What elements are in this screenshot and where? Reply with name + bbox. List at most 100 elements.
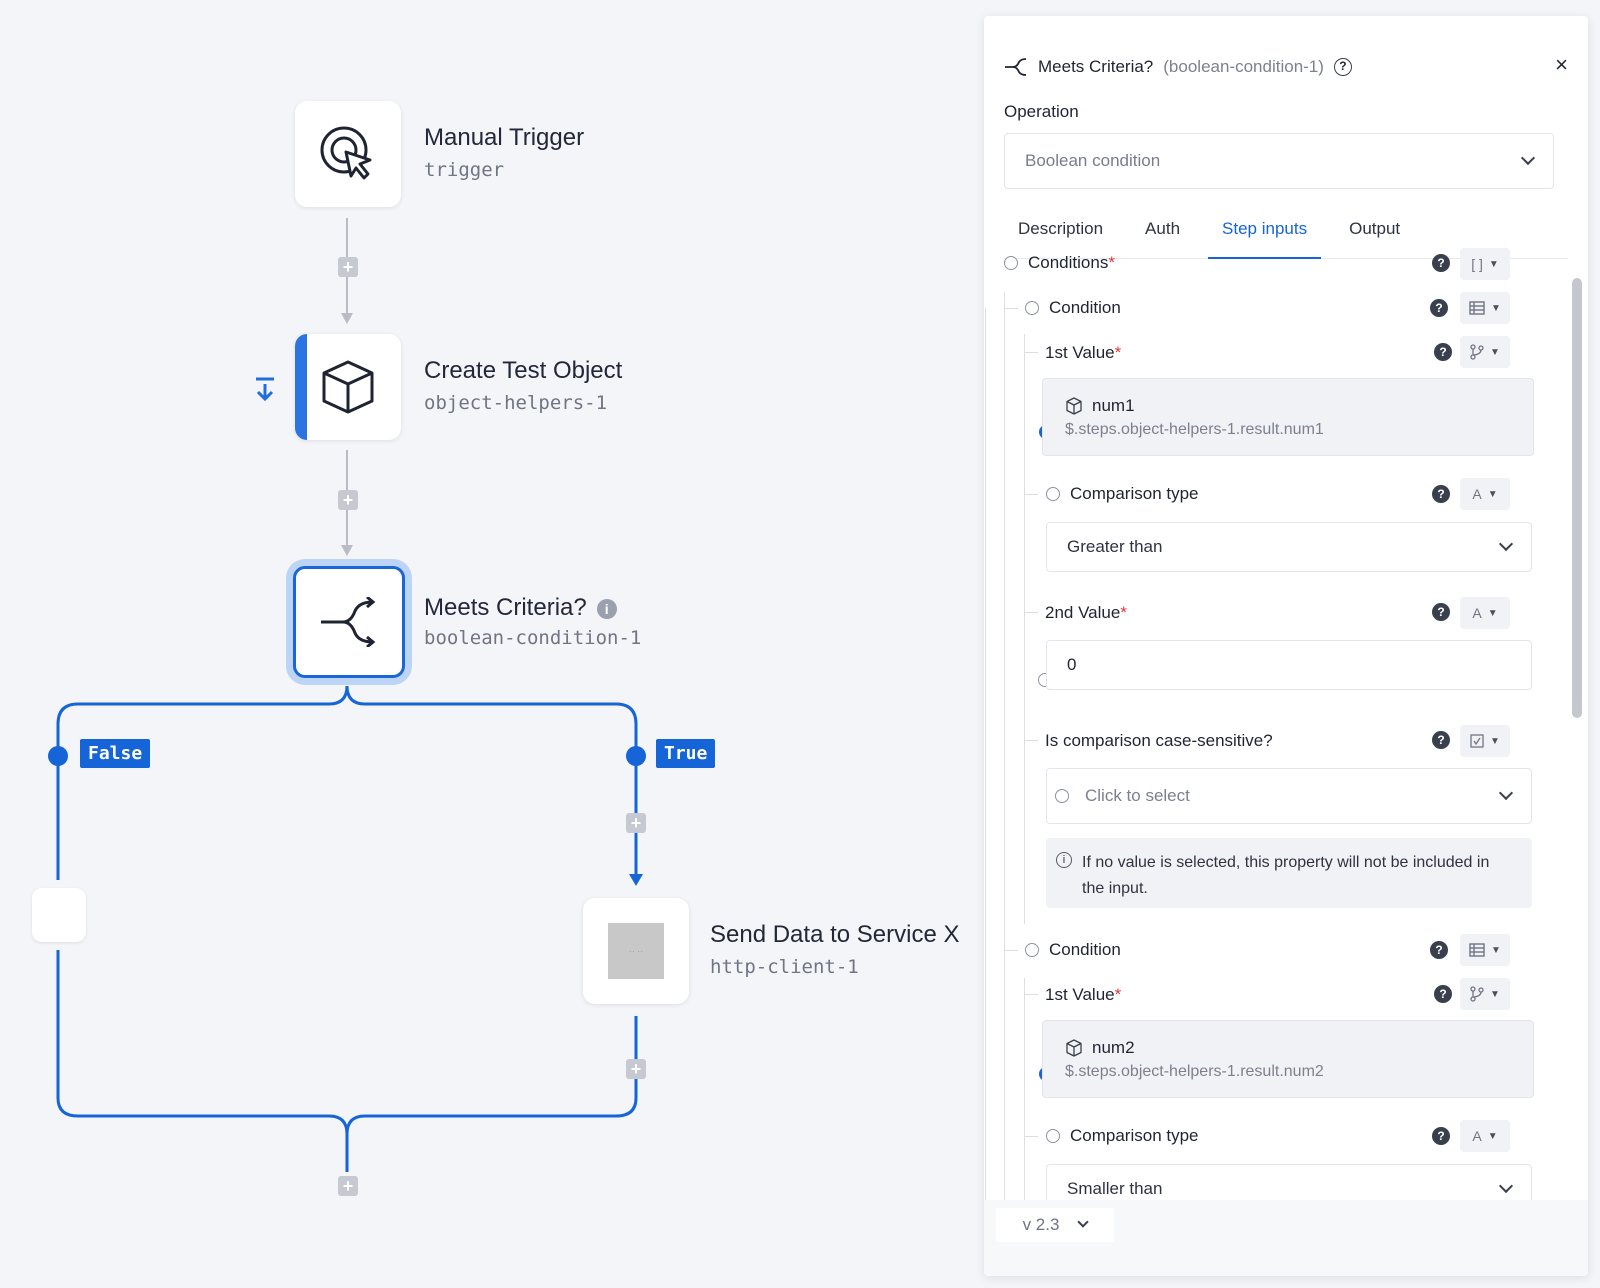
add-step-button[interactable]: + bbox=[338, 1176, 358, 1196]
reference-path: $.steps.object-helpers-1.result.num2 bbox=[1065, 1063, 1324, 1080]
tree-guide bbox=[1024, 352, 1038, 353]
meets-criteria-node[interactable] bbox=[293, 566, 405, 678]
second-value-input[interactable]: 0 bbox=[1046, 640, 1532, 690]
caret-down-icon: ▼ bbox=[1487, 607, 1498, 619]
first-value-field: 1st Value * bbox=[1045, 343, 1121, 363]
http-client-thumbnail: ·· ·· bbox=[608, 923, 664, 979]
field-label: 1st Value bbox=[1045, 985, 1115, 1004]
version-select[interactable]: v 2.3 bbox=[996, 1208, 1114, 1242]
table-icon bbox=[1469, 301, 1485, 315]
caret-down-icon: ▼ bbox=[1490, 346, 1500, 358]
help-icon[interactable]: ? bbox=[1432, 254, 1450, 272]
comparison-type-select[interactable]: Greater than bbox=[1046, 522, 1532, 572]
info-icon: i bbox=[1056, 852, 1072, 868]
scrollbar[interactable] bbox=[1572, 278, 1582, 718]
select-value: Greater than bbox=[1067, 537, 1163, 556]
info-text: If no value is selected, this property w… bbox=[1082, 854, 1490, 897]
panel-subtitle: (boolean-condition-1) bbox=[1163, 57, 1324, 76]
type-selector[interactable]: A ▼ bbox=[1460, 597, 1510, 629]
radio-indicator[interactable] bbox=[1025, 301, 1039, 315]
type-selector[interactable]: A ▼ bbox=[1460, 1120, 1510, 1152]
second-value-field: 2nd Value * bbox=[1045, 603, 1127, 623]
chevron-down-icon bbox=[1498, 536, 1514, 552]
node-title: Manual Trigger bbox=[424, 124, 585, 151]
tree-guide bbox=[1024, 612, 1038, 613]
help-icon[interactable]: ? bbox=[1430, 941, 1448, 959]
true-branch-label: True bbox=[656, 739, 716, 768]
input-value: 0 bbox=[1067, 655, 1077, 674]
node-id: http-client-1 bbox=[710, 956, 859, 978]
type-selector[interactable]: ▼ bbox=[1460, 292, 1510, 324]
tab-description[interactable]: Description bbox=[1004, 212, 1117, 259]
help-icon[interactable]: ? bbox=[1333, 58, 1352, 76]
required-mark: * bbox=[1114, 343, 1122, 362]
tree-guide bbox=[1024, 334, 1025, 924]
add-step-button[interactable]: + bbox=[338, 257, 358, 277]
chevron-down-icon bbox=[1520, 150, 1536, 166]
type-selector[interactable]: ▼ bbox=[1460, 934, 1510, 966]
field-label: 1st Value bbox=[1045, 343, 1115, 362]
help-icon[interactable]: ? bbox=[1434, 343, 1452, 361]
help-icon[interactable]: ? bbox=[1434, 985, 1452, 1003]
workflow-canvas[interactable]: Manual Trigger trigger + Create Test Obj… bbox=[0, 0, 980, 1288]
panel-title: Meets Criteria? bbox=[1038, 57, 1154, 76]
type-selector[interactable]: ▼ bbox=[1460, 725, 1510, 757]
conditions-field: Conditions * bbox=[1004, 253, 1115, 273]
cursor-click-icon bbox=[320, 126, 372, 180]
create-test-object-node[interactable] bbox=[295, 334, 401, 440]
field-label: Comparison type bbox=[1070, 484, 1199, 503]
help-icon[interactable]: ? bbox=[1432, 603, 1450, 621]
node-accent-bar bbox=[295, 334, 307, 440]
add-step-button[interactable]: + bbox=[626, 1059, 646, 1079]
tree-guide bbox=[1024, 494, 1038, 495]
type-selector[interactable]: ▼ bbox=[1460, 978, 1510, 1010]
chevron-down-icon bbox=[1498, 1178, 1514, 1194]
help-icon[interactable]: ? bbox=[1432, 485, 1450, 503]
field-label: Condition bbox=[1049, 940, 1121, 959]
manual-trigger-node[interactable] bbox=[295, 101, 401, 207]
text-type-icon: A bbox=[1472, 605, 1482, 621]
add-step-button[interactable]: + bbox=[338, 490, 358, 510]
operation-select[interactable]: Boolean condition bbox=[1004, 133, 1554, 189]
case-sensitive-select[interactable]: Click to select bbox=[1046, 768, 1532, 824]
tab-output[interactable]: Output bbox=[1335, 212, 1414, 259]
node-id: boolean-condition-1 bbox=[424, 627, 642, 649]
reference-icon bbox=[1470, 986, 1484, 1002]
radio-indicator[interactable] bbox=[1025, 943, 1039, 957]
node-title: Create Test Object bbox=[424, 357, 623, 384]
caret-down-icon: ▼ bbox=[1487, 1130, 1498, 1142]
type-selector[interactable]: ▼ bbox=[1460, 336, 1510, 368]
type-selector[interactable]: A ▼ bbox=[1460, 478, 1510, 510]
radio-indicator[interactable] bbox=[1046, 1129, 1060, 1143]
text-type-icon: A bbox=[1472, 486, 1482, 502]
radio-indicator[interactable] bbox=[1055, 789, 1069, 803]
comparison-type-field: Comparison type bbox=[1046, 484, 1199, 504]
select-placeholder: Click to select bbox=[1085, 786, 1190, 805]
info-message: i If no value is selected, this property… bbox=[1046, 838, 1532, 908]
table-icon bbox=[1469, 943, 1485, 957]
help-icon[interactable]: ? bbox=[1432, 1127, 1450, 1145]
step-config-panel: Meets Criteria? (boolean-condition-1) ? … bbox=[984, 16, 1588, 1276]
add-step-button[interactable]: + bbox=[626, 813, 646, 833]
info-icon[interactable]: i bbox=[596, 598, 617, 619]
caret-down-icon: ▼ bbox=[1487, 488, 1498, 500]
node-id: object-helpers-1 bbox=[424, 392, 608, 414]
array-type-icon: [ ] bbox=[1471, 256, 1483, 272]
help-icon[interactable]: ? bbox=[1432, 731, 1450, 749]
arrow-down-to-line-icon[interactable] bbox=[254, 376, 276, 402]
type-selector[interactable]: [ ] ▼ bbox=[1460, 248, 1510, 280]
radio-indicator[interactable] bbox=[1046, 487, 1060, 501]
node-title: Meets Criteria? i bbox=[424, 594, 617, 622]
cube-icon bbox=[1066, 1039, 1082, 1057]
close-button[interactable]: × bbox=[1555, 52, 1568, 78]
help-icon[interactable]: ? bbox=[1430, 299, 1448, 317]
empty-branch-placeholder[interactable] bbox=[32, 888, 86, 942]
chevron-down-icon bbox=[1498, 785, 1514, 801]
tab-step-inputs[interactable]: Step inputs bbox=[1208, 212, 1322, 259]
condition-field: Condition bbox=[1025, 298, 1121, 318]
send-data-node[interactable]: ·· ·· bbox=[583, 898, 689, 1004]
reference-value-box[interactable]: num1 $.steps.object-helpers-1.result.num… bbox=[1042, 378, 1534, 456]
reference-value-box[interactable]: num2 $.steps.object-helpers-1.result.num… bbox=[1042, 1020, 1534, 1098]
tab-auth[interactable]: Auth bbox=[1131, 212, 1194, 259]
radio-indicator[interactable] bbox=[1004, 256, 1018, 270]
